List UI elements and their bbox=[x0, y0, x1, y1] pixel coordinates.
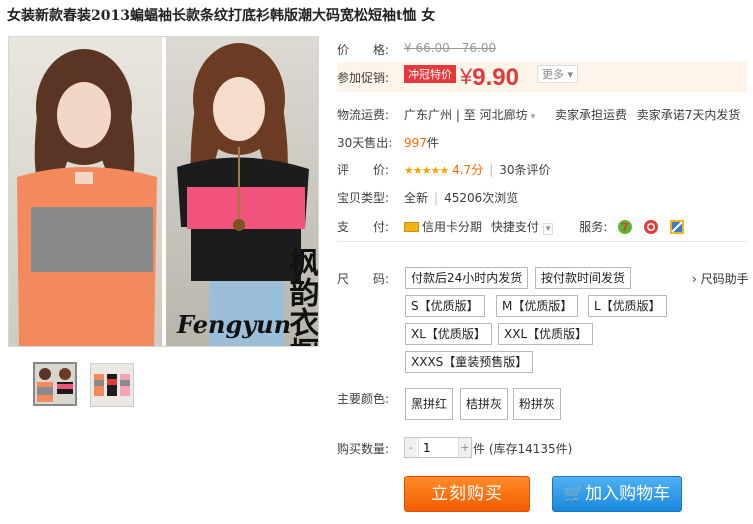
sales-row: 30天售出: 997件 bbox=[337, 134, 439, 151]
quick-pay[interactable]: 快捷支付 bbox=[491, 220, 539, 234]
color-option-black-red[interactable]: 黑拼红 bbox=[405, 388, 454, 420]
item-type-info: 全新 | 45206次浏览 bbox=[404, 189, 518, 206]
thumbnail-2[interactable] bbox=[90, 363, 134, 407]
rating-label: 评 价: bbox=[337, 163, 390, 177]
thumbnail-pointer bbox=[52, 362, 66, 363]
color-option-pink-grey[interactable]: 粉拼灰 bbox=[513, 388, 562, 420]
currency-symbol: ¥ bbox=[460, 64, 473, 89]
price-label: 价 格: bbox=[337, 43, 390, 57]
buy-now-button[interactable]: 立刻购买 bbox=[404, 476, 530, 512]
sales-info: 997件 bbox=[404, 134, 439, 151]
chevron-down-icon[interactable]: ▾ bbox=[542, 223, 554, 235]
original-price: ¥ 66.00 - 76.00 bbox=[404, 41, 497, 55]
item-type-label: 宝贝类型: bbox=[337, 191, 390, 205]
svg-text:7: 7 bbox=[621, 221, 629, 234]
quantity-input[interactable] bbox=[418, 438, 459, 457]
product-title: 女装新款春装2013蝙蝠袖长款条纹打底衫韩版潮大码宽松短袖t恤 女 bbox=[7, 8, 436, 24]
separator: | bbox=[434, 191, 439, 205]
cart-icon: 🛒 bbox=[563, 484, 586, 504]
rating-info: ★★★★★ 4.7分 | 30条评价 bbox=[404, 161, 551, 178]
view-count: 45206次浏览 bbox=[444, 191, 519, 205]
shipping-row: 物流运费: 广东广州 | 至 河北廊坊 ▾ 卖家承担运费 卖家承诺7天内发货 bbox=[337, 106, 740, 123]
sales-count: 997 bbox=[404, 136, 427, 150]
size-option-xxxs[interactable]: XXXS【童装预售版】 bbox=[405, 351, 534, 373]
shipping-label: 物流运费: bbox=[337, 108, 390, 122]
chevron-down-icon: ▾ bbox=[530, 112, 536, 122]
payment-row: 支 付: 信用卡分期 快捷支付 ▾ 服务: 7 bbox=[337, 218, 684, 235]
payment-label: 支 付: bbox=[337, 220, 390, 234]
ship-to-prefix: 至 bbox=[463, 108, 476, 122]
item-type-row: 宝贝类型: 全新 | 45206次浏览 bbox=[337, 189, 518, 206]
chevron-right-icon: › bbox=[692, 272, 697, 286]
service-label: 服务: bbox=[579, 220, 608, 234]
thumbnail-1[interactable] bbox=[33, 362, 77, 406]
quantity-label-row: 购买数量: bbox=[337, 440, 389, 457]
separator: | bbox=[489, 163, 494, 177]
rating-row: 评 价: ★★★★★ 4.7分 | 30条评价 bbox=[337, 161, 551, 178]
size-option-m[interactable]: M【优质版】 bbox=[496, 295, 579, 317]
seven-day-return-icon[interactable]: 7 bbox=[617, 219, 633, 235]
sales-label: 30天售出: bbox=[337, 136, 393, 150]
color-label-row: 主要颜色: bbox=[337, 390, 389, 407]
item-condition: 全新 bbox=[404, 191, 429, 205]
authentic-icon[interactable] bbox=[669, 219, 685, 235]
decrease-button[interactable]: - bbox=[405, 438, 417, 457]
promo-price: 9.90 bbox=[472, 64, 519, 91]
sales-unit: 件 bbox=[426, 136, 439, 150]
ship-option-24h[interactable]: 付款后24小时内发货 bbox=[405, 267, 529, 289]
ship-to-dropdown[interactable]: 河北廊坊 ▾ bbox=[480, 108, 536, 122]
promo-row: 参加促销: 冲冠特价 ¥9.90 更多 ▾ bbox=[337, 62, 747, 92]
star-rating-icon: ★★★★★ bbox=[404, 164, 449, 177]
color-option-orange-grey[interactable]: 桔拼灰 bbox=[460, 388, 509, 420]
credit-installment[interactable]: 信用卡分期 bbox=[422, 220, 482, 234]
stock-info: 件 (库存14135件) bbox=[473, 442, 573, 456]
size-helper-link[interactable]: › 尺码助手 bbox=[692, 270, 749, 287]
ship-option-by-payment[interactable]: 按付款时间发货 bbox=[535, 267, 632, 289]
promo-label: 参加促销: bbox=[337, 71, 390, 85]
size-option-xxl[interactable]: XXL【优质版】 bbox=[498, 323, 594, 345]
product-photo: 枫韵衣橱 Fengyun bbox=[9, 37, 318, 346]
add-to-cart-button[interactable]: 🛒加入购物车 bbox=[552, 476, 682, 512]
shipping-info: 广东广州 | 至 河北廊坊 ▾ 卖家承担运费 卖家承诺7天内发货 bbox=[404, 106, 740, 123]
credit-card-icon bbox=[404, 222, 419, 232]
size-label: 尺 码: bbox=[337, 272, 390, 286]
section-divider bbox=[337, 241, 747, 242]
shipping-fee: 卖家承担运费 bbox=[554, 108, 627, 122]
size-option-s[interactable]: S【优质版】 bbox=[405, 295, 485, 317]
reviews-link[interactable]: 30条评价 bbox=[499, 163, 550, 177]
size-option-xl[interactable]: XL【优质版】 bbox=[405, 323, 492, 345]
guarantee-icon[interactable] bbox=[643, 219, 659, 235]
price-row: 价 格: ¥ 66.00 - 76.00 bbox=[337, 41, 496, 58]
promo-price-group: 冲冠特价 ¥9.90 更多 ▾ bbox=[404, 64, 578, 92]
size-option-l[interactable]: L【优质版】 bbox=[588, 295, 667, 317]
ship-from: 广东广州 bbox=[404, 108, 453, 122]
size-label-row: 尺 码: bbox=[337, 270, 389, 287]
quantity-stepper: - + bbox=[404, 437, 472, 458]
increase-button[interactable]: + bbox=[459, 438, 471, 457]
main-product-image[interactable]: 枫韵衣橱 Fengyun bbox=[8, 36, 319, 347]
chevron-down-icon: ▾ bbox=[567, 68, 573, 81]
color-label: 主要颜色: bbox=[337, 392, 390, 406]
payment-info: 信用卡分期 快捷支付 ▾ 服务: 7 bbox=[404, 218, 685, 235]
promo-tag: 冲冠特价 bbox=[404, 65, 456, 83]
ship-separator: | bbox=[455, 108, 460, 122]
quantity-label: 购买数量: bbox=[337, 442, 390, 456]
rating-score: 4.7分 bbox=[452, 163, 484, 177]
watermark-brand: Fengyun bbox=[176, 310, 291, 339]
more-promos-button[interactable]: 更多 ▾ bbox=[536, 65, 578, 83]
shipping-promise: 卖家承诺7天内发货 bbox=[636, 108, 741, 122]
